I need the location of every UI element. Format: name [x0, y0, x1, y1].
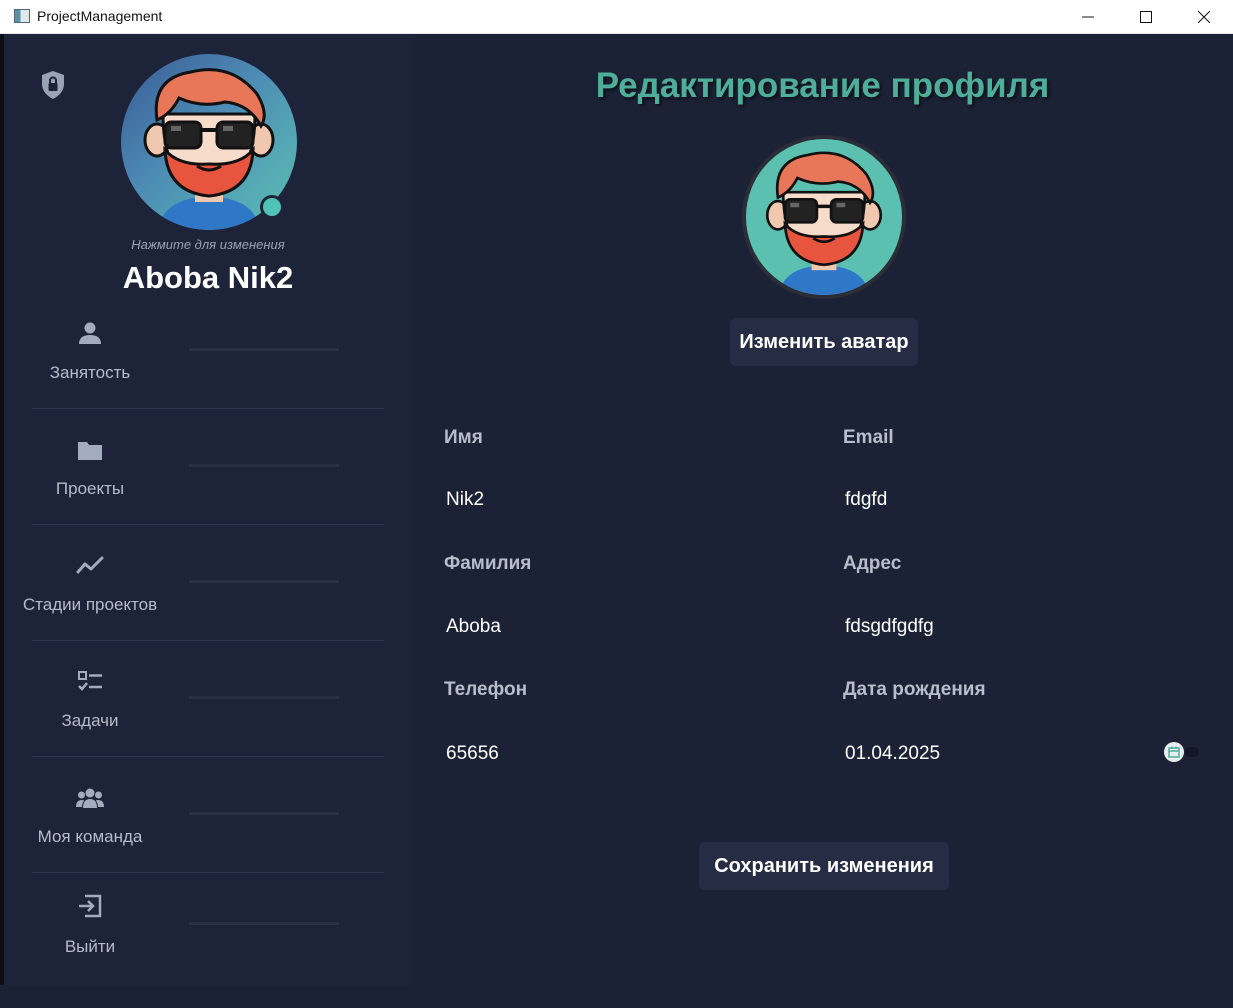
last-name-label: Фамилия — [444, 553, 532, 574]
avatar-hint: Нажмите для изменения — [131, 237, 285, 252]
change-avatar-button[interactable]: Изменить аватар — [730, 318, 918, 366]
divider — [32, 408, 384, 409]
close-button[interactable] — [1175, 0, 1233, 34]
app-window: ProjectManagement Нажмите для изменения … — [0, 0, 1233, 985]
avatar-image — [765, 151, 883, 295]
online-status-dot — [260, 195, 284, 219]
minimize-icon — [1082, 16, 1094, 18]
divider — [32, 872, 384, 873]
birthdate-label: Дата рождения — [843, 679, 986, 700]
first-name-input[interactable] — [446, 486, 746, 514]
close-icon — [1198, 11, 1210, 23]
nav-indicator — [189, 348, 339, 351]
sidebar: Нажмите для изменения Aboba Nik2 Занятос… — [4, 34, 412, 985]
minimize-button[interactable] — [1059, 0, 1117, 34]
divider — [32, 640, 384, 641]
nav-item-tasks[interactable]: Задачи — [4, 668, 412, 784]
person-icon — [79, 322, 101, 344]
nav-indicator — [189, 812, 339, 815]
nav-label: Моя команда — [37, 827, 143, 846]
team-icon — [76, 788, 104, 808]
nav-item-projects[interactable]: Проекты — [4, 436, 412, 552]
nav-indicator — [189, 696, 339, 699]
address-label: Адрес — [843, 553, 902, 574]
folder-icon — [78, 442, 102, 460]
nav-item-project-stages[interactable]: Стадии проектов — [4, 552, 412, 668]
nav-item-logout[interactable]: Выйти — [4, 892, 412, 1008]
nav-label: Проекты — [55, 479, 125, 498]
nav-indicator — [189, 580, 339, 583]
last-name-input[interactable] — [446, 613, 746, 641]
user-name: Aboba Nik2 — [122, 260, 294, 295]
maximize-button[interactable] — [1117, 0, 1175, 34]
date-picker-toggle[interactable] — [1185, 747, 1199, 757]
calendar-icon — [1168, 746, 1180, 758]
page-title: Редактирование профиля — [595, 66, 1050, 105]
save-changes-button[interactable]: Сохранить изменения — [699, 842, 949, 890]
nav-item-my-team[interactable]: Моя команда — [4, 784, 412, 900]
logout-icon — [79, 894, 102, 918]
divider — [32, 756, 384, 757]
trend-icon — [76, 556, 104, 574]
address-input[interactable] — [845, 613, 1145, 641]
checklist-icon — [78, 671, 102, 691]
window-title: ProjectManagement — [37, 8, 163, 24]
calendar-button[interactable] — [1164, 742, 1184, 762]
app-icon — [14, 9, 30, 23]
birthdate-input[interactable] — [845, 740, 1145, 768]
nav-label: Занятость — [49, 363, 131, 382]
phone-label: Телефон — [444, 679, 528, 700]
nav-label: Задачи — [61, 711, 119, 730]
main-panel: Редактирование профиля Изменить аватар И… — [412, 34, 1233, 985]
maximize-icon — [1140, 11, 1152, 23]
email-input[interactable] — [845, 486, 1145, 514]
profile-avatar-preview — [742, 135, 906, 299]
nav-item-occupancy[interactable]: Занятость — [4, 320, 412, 436]
title-bar: ProjectManagement — [0, 0, 1233, 34]
first-name-label: Имя — [444, 427, 483, 448]
divider — [32, 524, 384, 525]
phone-input[interactable] — [446, 740, 746, 768]
shield-lock-icon[interactable] — [40, 70, 66, 100]
email-label: Email — [843, 427, 894, 448]
nav-indicator — [189, 464, 339, 467]
nav-label: Выйти — [64, 937, 116, 956]
nav-label: Стадии проектов — [22, 595, 158, 614]
nav-indicator — [189, 922, 339, 925]
